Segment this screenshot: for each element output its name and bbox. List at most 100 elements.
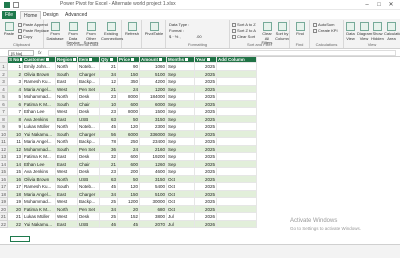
- add-column-cell[interactable]: [217, 63, 257, 71]
- table-cell[interactable]: 34: [100, 190, 118, 198]
- table-cell[interactable]: 21: [100, 85, 118, 93]
- table-cell[interactable]: Fatima K M...: [23, 205, 56, 213]
- table-cell[interactable]: 3800: [140, 213, 167, 221]
- filter-dropdown-icon[interactable]: [89, 58, 93, 62]
- add-column-cell[interactable]: [217, 145, 257, 153]
- table-cell[interactable]: Ava Jenkins: [23, 168, 56, 176]
- table-cell[interactable]: 23: [100, 108, 118, 116]
- autosum-button[interactable]: AutoSum: [313, 22, 334, 27]
- tab-home[interactable]: Home: [20, 11, 42, 19]
- table-cell[interactable]: Sep: [167, 85, 195, 93]
- table-cell[interactable]: Ethan Lee: [23, 160, 56, 168]
- paste-button[interactable]: Paste: [1, 22, 17, 37]
- table-cell[interactable]: North: [56, 138, 78, 146]
- table-cell[interactable]: Sep: [167, 168, 195, 176]
- table-cell[interactable]: 2025: [195, 138, 217, 146]
- table-cell[interactable]: 5100: [140, 190, 167, 198]
- table-cell[interactable]: Lukas Müller: [23, 213, 56, 221]
- table-cell[interactable]: West: [56, 213, 78, 221]
- table-cell[interactable]: Emily John...: [23, 63, 56, 71]
- table-cell[interactable]: 5400: [140, 183, 167, 191]
- table-cell[interactable]: 184000: [140, 93, 167, 101]
- table-cell[interactable]: 1200: [118, 198, 140, 206]
- table-cell[interactable]: Desk: [78, 93, 100, 101]
- table-cell[interactable]: 3150: [140, 175, 167, 183]
- table-cell[interactable]: 1260: [140, 160, 167, 168]
- table-cell[interactable]: Sep: [167, 100, 195, 108]
- table-cell[interactable]: 150: [118, 70, 140, 78]
- table-cell[interactable]: 680: [140, 205, 167, 213]
- table-cell[interactable]: Yui Nakamu...: [23, 130, 56, 138]
- table-cell[interactable]: 2025: [195, 168, 217, 176]
- table-cell[interactable]: West: [56, 168, 78, 176]
- table-cell[interactable]: 2026: [195, 220, 217, 228]
- table-cell[interactable]: 25: [100, 198, 118, 206]
- format-dropdown[interactable]: Format :: [169, 28, 184, 33]
- table-cell[interactable]: 120: [118, 123, 140, 131]
- filter-dropdown-icon[interactable]: [159, 58, 162, 62]
- table-cell[interactable]: Sep: [167, 130, 195, 138]
- table-cell[interactable]: 2025: [195, 198, 217, 206]
- calculation-area-cell[interactable]: [10, 236, 30, 242]
- table-cell[interactable]: South: [56, 183, 78, 191]
- tab-advanced[interactable]: Advanced: [62, 11, 90, 19]
- data-view-button[interactable]: Data View: [344, 22, 357, 41]
- table-cell[interactable]: 1500: [140, 108, 167, 116]
- table-cell[interactable]: 600: [118, 100, 140, 108]
- table-cell[interactable]: 2025: [195, 183, 217, 191]
- row-header[interactable]: 17: [0, 183, 8, 191]
- table-cell[interactable]: 63: [100, 175, 118, 183]
- row-header[interactable]: 18: [0, 190, 8, 198]
- table-cell[interactable]: Sep: [167, 115, 195, 123]
- table-cell[interactable]: Mohammad...: [23, 93, 56, 101]
- row-header[interactable]: 9: [0, 123, 8, 131]
- find-button[interactable]: Find: [292, 22, 308, 37]
- table-cell[interactable]: 2026: [195, 213, 217, 221]
- table-cell[interactable]: 45: [100, 123, 118, 131]
- table-cell[interactable]: 200: [118, 168, 140, 176]
- row-header[interactable]: 15: [0, 168, 8, 176]
- table-cell[interactable]: 8: [8, 115, 23, 123]
- row-header[interactable]: 11: [0, 138, 8, 146]
- table-cell[interactable]: 150: [118, 190, 140, 198]
- table-cell[interactable]: 21: [100, 63, 118, 71]
- table-cell[interactable]: Noteb...: [78, 63, 100, 71]
- table-cell[interactable]: Sep: [167, 123, 195, 131]
- table-cell[interactable]: 2: [8, 70, 23, 78]
- table-cell[interactable]: Fatima K M...: [23, 153, 56, 161]
- table-cell[interactable]: Noteb...: [78, 123, 100, 131]
- table-cell[interactable]: 152: [118, 213, 140, 221]
- table-cell[interactable]: 4200: [140, 78, 167, 86]
- table-cell[interactable]: 2025: [195, 153, 217, 161]
- add-column-cell[interactable]: [217, 138, 257, 146]
- table-cell[interactable]: 2025: [195, 108, 217, 116]
- table-cell[interactable]: 21: [100, 160, 118, 168]
- table-cell[interactable]: Sep: [167, 93, 195, 101]
- table-cell[interactable]: 2025: [195, 175, 217, 183]
- add-column-cell[interactable]: [217, 198, 257, 206]
- from-database-button[interactable]: From Database: [46, 22, 64, 41]
- table-cell[interactable]: 2025: [195, 123, 217, 131]
- table-cell[interactable]: 7: [8, 108, 23, 116]
- row-header[interactable]: 21: [0, 213, 8, 221]
- table-cell[interactable]: 2025: [195, 130, 217, 138]
- add-column-cell[interactable]: [217, 115, 257, 123]
- table-cell[interactable]: 3: [8, 78, 23, 86]
- table-cell[interactable]: Ethan Lee: [23, 108, 56, 116]
- add-column-cell[interactable]: [217, 93, 257, 101]
- row-header[interactable]: 14: [0, 160, 8, 168]
- table-cell[interactable]: 2025: [195, 70, 217, 78]
- table-cell[interactable]: Charger: [78, 190, 100, 198]
- table-cell[interactable]: 600: [118, 160, 140, 168]
- data-type-dropdown[interactable]: Data Type :: [169, 22, 189, 27]
- row-header[interactable]: 5: [0, 93, 8, 101]
- minimize-button[interactable]: –: [362, 1, 372, 9]
- table-cell[interactable]: 20: [8, 205, 23, 213]
- table-cell[interactable]: Fatima K M...: [23, 100, 56, 108]
- table-cell[interactable]: 90: [118, 63, 140, 71]
- table-cell[interactable]: USB: [78, 175, 100, 183]
- table-cell[interactable]: 45: [100, 183, 118, 191]
- table-cell[interactable]: Noteb...: [78, 183, 100, 191]
- table-cell[interactable]: Backp...: [78, 138, 100, 146]
- table-cell[interactable]: 1060: [140, 63, 167, 71]
